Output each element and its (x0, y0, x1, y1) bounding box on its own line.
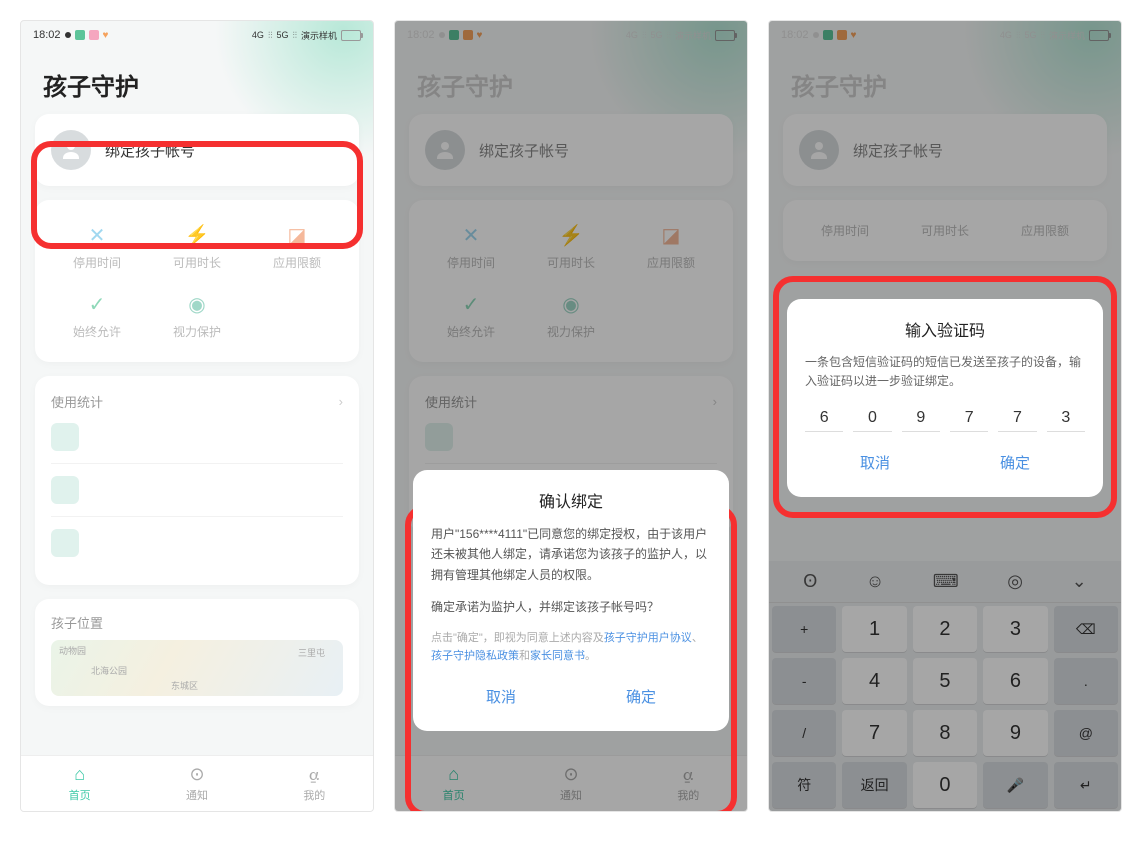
cancel-button[interactable]: 取消 (805, 446, 945, 479)
confirm-bind-dialog: 确认绑定 用户"156****4111"已同意您的绑定授权，由于该用户还未被其他… (413, 470, 729, 731)
status-bar: 18:02♥ 4G⫶⫶5G⫶⫶演示样机 (395, 21, 747, 49)
chat-icon: ⊙ (138, 764, 255, 785)
bind-account-card[interactable]: 绑定孩子帐号 (35, 114, 359, 186)
code-digit[interactable]: 0 (853, 405, 891, 432)
map-preview: 动物园 北海公园 三里屯 东城区 (51, 640, 343, 696)
tab-home[interactable]: ⌂首页 (21, 756, 138, 811)
code-digit[interactable]: 7 (950, 405, 988, 432)
code-digit[interactable]: 7 (998, 405, 1036, 432)
kbd-logo-icon[interactable]: ʘ (803, 571, 817, 592)
verify-code-dialog: 输入验证码 一条包含短信验证码的短信已发送至孩子的设备，输入验证码以进一步验证绑… (787, 299, 1103, 497)
numeric-keyboard: ʘ ☺ ⌨ ◎ ⌄ + 1 2 3 ⌫ - 4 5 6 . / 7 8 9 @ … (769, 561, 1121, 811)
location-header: 孩子位置 (51, 613, 103, 632)
usage-stats-card[interactable]: 使用统计 › (35, 376, 359, 585)
code-input-row[interactable]: 6 0 9 7 7 3 (805, 405, 1085, 432)
phone-screen-2: 18:02♥ 4G⫶⫶5G⫶⫶演示样机 孩子守护 绑定孩子帐号 ✕停用时间 ⚡可… (394, 20, 748, 812)
page-title: 孩子守护 (395, 49, 747, 114)
key-8[interactable]: 8 (913, 710, 977, 756)
key-6[interactable]: 6 (983, 658, 1047, 704)
link-privacy[interactable]: 孩子守护隐私政策 (431, 650, 519, 662)
status-bar: 18:02♥ 4G⫶⫶5G⫶⫶演示样机 (21, 21, 373, 49)
kbd-emoji-icon[interactable]: ☺ (866, 571, 884, 592)
page-title: 孩子守护 (769, 49, 1121, 114)
tab-me[interactable]: ⍶我的 (256, 756, 373, 811)
grid-item-eyecare[interactable]: ◉视力保护 (151, 285, 243, 346)
grid-item-downtime[interactable]: ✕停用时间 (51, 216, 143, 277)
list-item (51, 464, 343, 517)
link-user-agreement[interactable]: 孩子守护用户协议 (604, 632, 692, 644)
key-2[interactable]: 2 (913, 606, 977, 652)
grid-item-allowed[interactable]: ✓始终允许 (51, 285, 143, 346)
key-at[interactable]: @ (1054, 710, 1118, 756)
key-symbol[interactable]: 符 (772, 762, 836, 808)
list-item (51, 517, 343, 569)
page-title: 孩子守护 (21, 49, 373, 114)
key-9[interactable]: 9 (983, 710, 1047, 756)
dialog-fine-print: 点击"确定"，即视为同意上述内容及孩子守护用户协议、孩子守护隐私政策和家长同意书… (431, 629, 711, 666)
status-bar: 18:02♥ 4G⫶⫶5G⫶⫶演示样机 (769, 21, 1121, 49)
tab-bar: ⌂首页 ⊙通知 ⍶我的 (395, 755, 747, 811)
key-1[interactable]: 1 (842, 606, 906, 652)
key-back[interactable]: 返回 (842, 762, 906, 808)
list-item (51, 411, 343, 464)
kbd-collapse-icon[interactable]: ⌄ (1072, 571, 1087, 592)
grid-item-applimit[interactable]: ◪应用限额 (251, 216, 343, 277)
link-parent-consent[interactable]: 家长同意书 (530, 650, 585, 662)
dialog-title: 输入验证码 (805, 317, 1085, 341)
key-dot[interactable]: . (1054, 658, 1118, 704)
key-5[interactable]: 5 (913, 658, 977, 704)
tab-bar: ⌂首页 ⊙通知 ⍶我的 (21, 755, 373, 811)
dialog-text-1: 用户"156****4111"已同意您的绑定授权，由于该用户还未被其他人绑定，请… (431, 524, 711, 585)
user-icon: ⍶ (256, 764, 373, 785)
ok-button[interactable]: 确定 (571, 680, 711, 713)
code-digit[interactable]: 6 (805, 405, 843, 432)
bind-label: 绑定孩子帐号 (105, 140, 195, 161)
key-3[interactable]: 3 (983, 606, 1047, 652)
key-voice[interactable]: 🎤 (983, 762, 1047, 808)
bind-account-card: 绑定孩子帐号 (409, 114, 733, 186)
code-digit[interactable]: 9 (902, 405, 940, 432)
kbd-ime-icon[interactable]: ⌨ (933, 571, 959, 592)
chevron-right-icon: › (339, 394, 343, 409)
home-icon: ⌂ (21, 764, 138, 785)
key-plus[interactable]: + (772, 606, 836, 652)
code-digit[interactable]: 3 (1047, 405, 1085, 432)
dialog-title: 确认绑定 (431, 488, 711, 512)
key-enter[interactable]: ↵ (1054, 762, 1118, 808)
key-slash[interactable]: / (772, 710, 836, 756)
location-card[interactable]: 孩子位置 动物园 北海公园 三里屯 东城区 (35, 599, 359, 706)
phone-screen-3: 18:02♥ 4G⫶⫶5G⫶⫶演示样机 孩子守护 绑定孩子帐号 停用时间 可用时… (768, 20, 1122, 812)
phone-screen-1: 18:02♥ 4G⫶⫶5G⫶⫶演示样机 孩子守护 绑定孩子帐号 ✕停用时间 ⚡可… (20, 20, 374, 812)
kbd-mic-icon[interactable]: ◎ (1007, 571, 1023, 592)
dialog-text-2: 确定承诺为监护人，并绑定该孩子帐号吗？ (431, 597, 711, 617)
key-backspace[interactable]: ⌫ (1054, 606, 1118, 652)
grid-item-screentime[interactable]: ⚡可用时长 (151, 216, 243, 277)
key-0[interactable]: 0 (913, 762, 977, 808)
key-7[interactable]: 7 (842, 710, 906, 756)
key-minus[interactable]: - (772, 658, 836, 704)
stats-header: 使用统计 (51, 392, 103, 411)
key-4[interactable]: 4 (842, 658, 906, 704)
ok-button[interactable]: 确定 (945, 446, 1085, 479)
tab-notify[interactable]: ⊙通知 (138, 756, 255, 811)
cancel-button[interactable]: 取消 (431, 680, 571, 713)
feature-grid: ✕停用时间 ⚡可用时长 ◪应用限额 ✓始终允许 ◉视力保护 (35, 200, 359, 362)
dialog-desc: 一条包含短信验证码的短信已发送至孩子的设备，输入验证码以进一步验证绑定。 (805, 353, 1085, 391)
avatar-icon (51, 130, 91, 170)
